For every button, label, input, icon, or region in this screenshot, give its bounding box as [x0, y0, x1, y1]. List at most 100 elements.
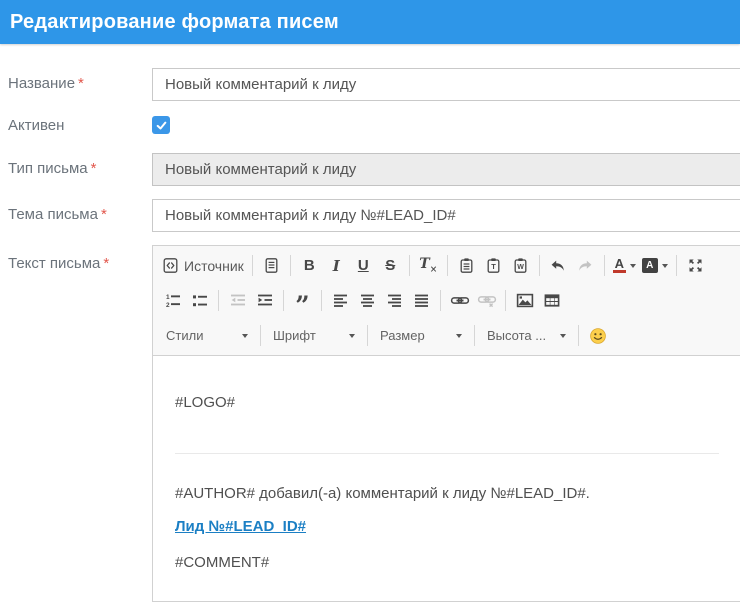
active-label: Активен [0, 115, 152, 135]
required-asterisk: * [103, 255, 109, 272]
toolbar-separator [283, 290, 284, 311]
line-height-dropdown[interactable]: Высота ... [480, 323, 573, 349]
align-center-button[interactable] [354, 288, 381, 314]
toolbar-separator [321, 290, 322, 311]
paste-as-text-button[interactable]: T [480, 253, 507, 279]
type-input [152, 153, 740, 186]
align-right-icon [386, 292, 403, 309]
strikethrough-button[interactable]: S [377, 253, 404, 279]
underline-button[interactable]: U [350, 253, 377, 279]
field-row-type: Тип письма* [0, 153, 740, 186]
subject-input[interactable] [152, 199, 740, 232]
insert-image-button[interactable] [511, 288, 538, 314]
source-button[interactable]: Источник [159, 253, 247, 279]
editor-toolbar: Источник B I U S T× [153, 246, 740, 356]
document-icon [263, 257, 280, 274]
align-right-button[interactable] [381, 288, 408, 314]
chevron-down-icon [630, 264, 636, 268]
templates-button[interactable] [258, 253, 285, 279]
field-row-subject: Тема письма* [0, 199, 740, 232]
required-asterisk: * [78, 75, 84, 92]
page-title: Редактирование формата писем [10, 11, 339, 34]
chevron-down-icon [662, 264, 668, 268]
justify-button[interactable] [408, 288, 435, 314]
align-left-button[interactable] [327, 288, 354, 314]
required-asterisk: * [91, 160, 97, 177]
decrease-indent-button[interactable] [224, 288, 251, 314]
paste-from-word-button[interactable]: W [507, 253, 534, 279]
field-row-name: Название* [0, 68, 740, 101]
italic-button[interactable]: I [323, 253, 350, 279]
toolbar-separator [604, 255, 605, 276]
toolbar-separator [290, 255, 291, 276]
indent-icon [256, 292, 274, 309]
checkmark-icon [155, 119, 168, 132]
text-color-button[interactable]: A [610, 253, 639, 279]
font-dropdown[interactable]: Шрифт [266, 323, 362, 349]
numbered-list-button[interactable]: 12 [159, 288, 186, 314]
name-label: Название* [0, 68, 152, 93]
author-line: #AUTHOR# добавил(-а) комментарий к лиду … [175, 454, 719, 502]
bold-button[interactable]: B [296, 253, 323, 279]
chevron-down-icon [560, 334, 566, 338]
lead-link[interactable]: Лид №#LEAD_ID# [175, 518, 306, 535]
chevron-down-icon [456, 334, 462, 338]
type-label: Тип письма* [0, 153, 152, 178]
toolbar-separator [505, 290, 506, 311]
insert-table-button[interactable] [538, 288, 565, 314]
smiley-icon [589, 327, 607, 345]
styles-dropdown[interactable]: Стили [159, 323, 255, 349]
source-label: Источник [184, 258, 244, 274]
toolbar-separator [409, 255, 410, 276]
field-row-body: Текст письма* Источник [0, 245, 740, 602]
background-color-button[interactable]: A [639, 253, 671, 279]
image-icon [516, 292, 534, 309]
paste-button[interactable] [453, 253, 480, 279]
font-size-dropdown[interactable]: Размер [373, 323, 469, 349]
paste-text-icon: T [485, 257, 502, 274]
blockquote-button[interactable]: ” [289, 288, 316, 314]
undo-button[interactable] [545, 253, 572, 279]
justify-icon [413, 292, 430, 309]
svg-text:2: 2 [166, 302, 170, 309]
maximize-button[interactable] [682, 253, 709, 279]
link-icon [450, 292, 470, 309]
toolbar-separator [367, 325, 368, 346]
body-label: Текст письма* [0, 245, 152, 273]
toolbar-separator [474, 325, 475, 346]
bulleted-list-icon [191, 292, 209, 309]
name-input[interactable] [152, 68, 740, 101]
toolbar-separator [578, 325, 579, 346]
increase-indent-button[interactable] [251, 288, 278, 314]
undo-icon [549, 258, 567, 274]
bulleted-list-button[interactable] [186, 288, 213, 314]
numbered-list-icon: 12 [164, 292, 182, 309]
field-row-active: Активен [0, 115, 740, 135]
svg-text:T: T [491, 262, 496, 271]
toolbar-separator [252, 255, 253, 276]
source-icon [162, 257, 179, 274]
paste-word-icon: W [512, 257, 529, 274]
unlink-button[interactable] [473, 288, 500, 314]
svg-text:1: 1 [166, 294, 170, 301]
chevron-down-icon [349, 334, 355, 338]
align-center-icon [359, 292, 376, 309]
toolbar-separator [539, 255, 540, 276]
paste-icon [458, 257, 475, 274]
redo-button[interactable] [572, 253, 599, 279]
remove-format-button[interactable]: T× [415, 253, 442, 279]
edit-form: Название* Активен Тип письма* Тема письм… [0, 44, 740, 602]
link-button[interactable] [446, 288, 473, 314]
rich-text-editor: Источник B I U S T× [152, 245, 740, 602]
page-header: Редактирование формата писем [0, 0, 740, 44]
subject-label: Тема письма* [0, 199, 152, 224]
toolbar-separator [676, 255, 677, 276]
smiley-button[interactable] [584, 323, 611, 349]
align-left-icon [332, 292, 349, 309]
text-color-icon: A [613, 258, 626, 273]
outdent-icon [229, 292, 247, 309]
table-icon [543, 292, 561, 309]
active-checkbox[interactable] [152, 116, 170, 134]
toolbar-separator [447, 255, 448, 276]
editor-content-area[interactable]: #LOGO# #AUTHOR# добавил(-а) комментарий … [153, 356, 740, 601]
